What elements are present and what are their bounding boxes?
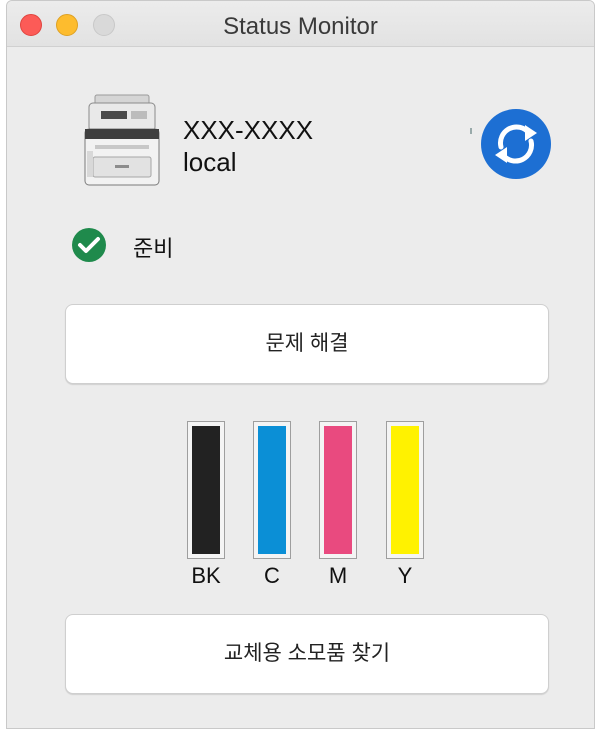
ink-cartridge-cyan — [253, 421, 291, 559]
device-model-name: XXX-XXXX — [183, 115, 314, 145]
troubleshoot-button[interactable]: 문제 해결 — [65, 304, 549, 384]
ink-fill-magenta — [324, 426, 352, 554]
refresh-button[interactable] — [481, 109, 551, 179]
ink-label-black: BK — [191, 563, 221, 588]
refresh-icon — [495, 124, 537, 164]
ink-cartridge-black — [187, 421, 225, 559]
find-supplies-button[interactable]: 교체용 소모품 찾기 — [65, 614, 549, 694]
ink-label-magenta: M — [328, 563, 348, 588]
ink-fill-yellow — [391, 426, 419, 554]
ink-cartridge-yellow — [386, 421, 424, 559]
ink-fill-cyan — [258, 426, 286, 554]
status-text: 준비 — [133, 236, 174, 261]
ink-label-yellow: Y — [397, 563, 413, 588]
separator-mark — [470, 128, 472, 134]
ink-label-cyan: C — [264, 563, 280, 588]
window-title: Status Monitor — [223, 13, 378, 40]
printer-icon — [79, 93, 165, 189]
ink-levels: BK C M Y — [187, 421, 437, 596]
title-bar: Status Monitor — [7, 1, 594, 47]
check-circle-icon — [72, 228, 106, 262]
ink-cartridge-magenta — [319, 421, 357, 559]
ink-fill-black — [192, 426, 220, 554]
status-monitor-window: Status Monitor XXX-XXXX local 준비 문제 해결 B… — [6, 0, 595, 729]
device-location: local — [183, 147, 237, 177]
